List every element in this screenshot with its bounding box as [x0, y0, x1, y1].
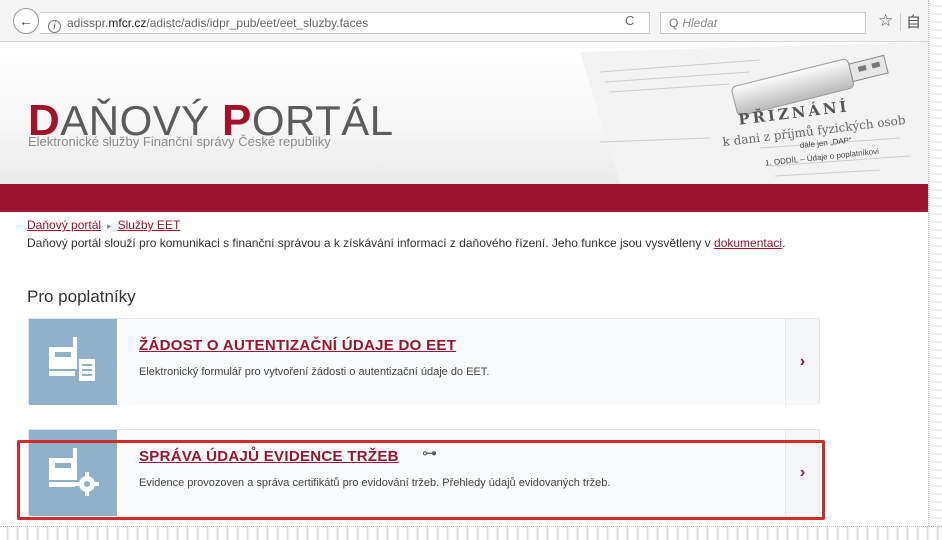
back-button[interactable]: ←: [13, 8, 39, 34]
search-icon: Q: [669, 16, 679, 30]
breadcrumb-separator-icon: ▸: [107, 221, 112, 231]
breadcrumb: Daňový portál ▸ Služby EET: [27, 218, 180, 232]
torn-edge-right: [928, 0, 942, 540]
search-input[interactable]: Q Hledat: [660, 12, 866, 34]
card-title-link[interactable]: ŽÁDOST O AUTENTIZAČNÍ ÚDAJE DO EET: [139, 337, 456, 354]
back-arrow-icon: ←: [19, 13, 33, 29]
banner-image: 1. ODDÍL – Údaje o poplatníkovi dále jen…: [560, 42, 928, 184]
info-icon[interactable]: i: [48, 20, 61, 33]
reload-icon[interactable]: C: [625, 13, 634, 28]
section-heading: Pro poplatníky: [27, 287, 136, 306]
bookmark-star-icon[interactable]: ☆: [878, 11, 893, 31]
torn-edge-bottom: [0, 526, 942, 540]
site-header: DAŇOVÝ PORTÁL Elektronické služby Finanč…: [0, 42, 928, 184]
service-card-auth-request[interactable]: ŽÁDOST O AUTENTIZAČNÍ ÚDAJE DO EET Elekt…: [28, 318, 820, 405]
breadcrumb-item-eet[interactable]: Služby EET: [118, 218, 181, 232]
highlight-frame: [17, 440, 825, 520]
header-red-band: [0, 184, 928, 212]
intro-body: Daňový portál slouží pro komunikaci s fi…: [27, 236, 715, 250]
url-host: mfcr.cz: [108, 16, 147, 30]
url-prefix: adisspr.: [67, 16, 109, 30]
chevron-right-icon[interactable]: ›: [785, 319, 819, 405]
eform-document-icon: [49, 337, 95, 381]
url-path: /adistc/adis/idpr_pub/eet/eet_sluzby.fac…: [146, 16, 369, 30]
address-bar[interactable]: i adisspr.mfcr.cz/adistc/adis/idpr_pub/ee…: [40, 12, 650, 34]
intro-text: Daňový portál slouží pro komunikaci s fi…: [27, 236, 907, 250]
card-description: Elektronický formulář pro vytvoření žádo…: [139, 366, 490, 378]
reading-list-icon[interactable]: 自: [906, 11, 921, 32]
card-body: ŽÁDOST O AUTENTIZAČNÍ ÚDAJE DO EET Elekt…: [117, 319, 787, 405]
documentation-link[interactable]: dokumentaci: [714, 236, 782, 250]
search-placeholder: Hledat: [682, 16, 718, 30]
card-icon-panel: [29, 319, 117, 405]
browser-toolbar: ← i adisspr.mfcr.cz/adistc/adis/idpr_pub/…: [0, 0, 928, 42]
breadcrumb-item-home[interactable]: Daňový portál: [27, 218, 101, 232]
toolbar-divider: [900, 13, 901, 31]
site-subtitle: Elektronické služby Finanční správy Česk…: [28, 134, 331, 149]
intro-end: .: [782, 236, 786, 250]
